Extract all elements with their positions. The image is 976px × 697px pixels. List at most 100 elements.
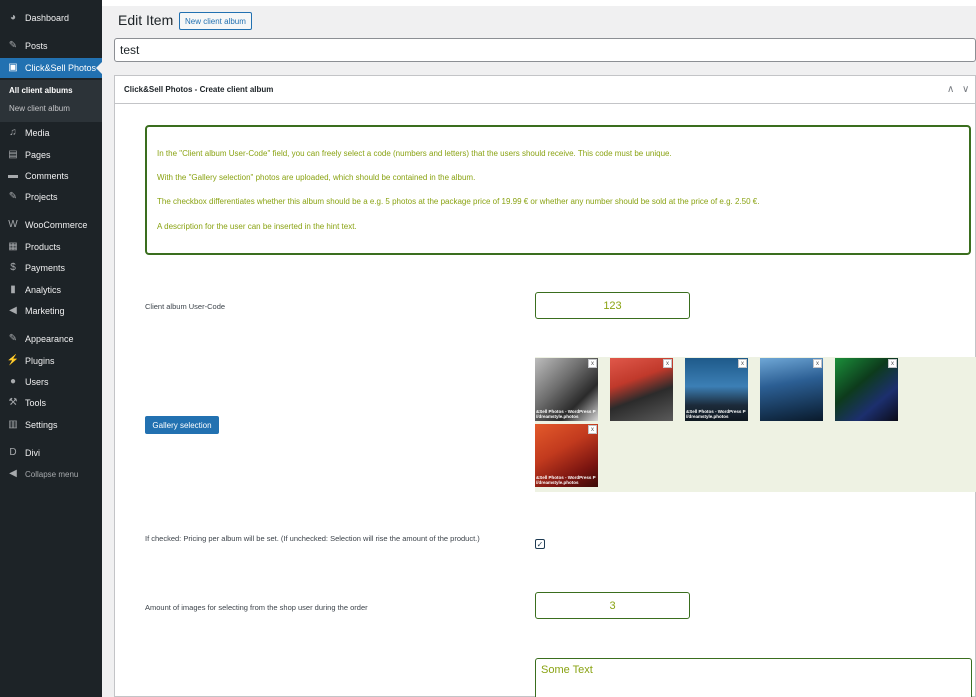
move-up-icon[interactable]: ∧ xyxy=(947,84,954,95)
remove-icon[interactable]: x xyxy=(888,359,897,368)
sidebar-item-dashboard[interactable]: ◕ Dashboard xyxy=(0,8,102,28)
payments-icon: $ xyxy=(10,262,16,273)
sidebar-item-plugins[interactable]: ⚡ Plugins xyxy=(0,351,102,371)
collapse-icon: ◀ xyxy=(9,468,17,479)
sidebar-item-projects[interactable]: ✎ Projects xyxy=(0,187,102,207)
top-strip xyxy=(102,0,976,6)
sidebar-item-analytics[interactable]: ▮ Analytics xyxy=(0,280,102,300)
sidebar-item-payments[interactable]: $ Payments xyxy=(0,258,102,278)
submenu-item-new-client-album[interactable]: New client album xyxy=(9,104,70,113)
title-input[interactable]: test xyxy=(114,38,976,62)
move-down-icon[interactable]: ∨ xyxy=(962,84,969,95)
gallery-thumbnail[interactable]: x &Sell Photos - WordPress P//dreamstyle… xyxy=(535,358,598,421)
sidebar-item-label: Pages xyxy=(25,150,51,160)
sidebar-item-divi[interactable]: D Divi xyxy=(0,443,102,463)
metabox-title: Click&Sell Photos - Create client album xyxy=(124,85,274,94)
sidebar-item-label: Appearance xyxy=(25,334,74,344)
sidebar-item-label: Marketing xyxy=(25,306,65,316)
info-line: With the "Gallery selection" photos are … xyxy=(157,173,476,182)
new-client-album-button[interactable]: New client album xyxy=(179,12,252,30)
create-client-album-metabox: Click&Sell Photos - Create client album … xyxy=(114,75,976,697)
analytics-icon: ▮ xyxy=(10,284,16,295)
dashboard-icon: ◕ xyxy=(9,12,17,23)
remove-icon[interactable]: x xyxy=(588,425,597,434)
metabox-header: Click&Sell Photos - Create client album … xyxy=(115,76,975,104)
gallery-thumbnail[interactable]: x &Sell Photos - WordPress P//dreamstyle… xyxy=(685,358,748,421)
sidebar-item-label: WooCommerce xyxy=(25,220,88,230)
sidebar-item-tools[interactable]: ⚒ Tools xyxy=(0,393,102,413)
sidebar-item-label: Collapse menu xyxy=(25,469,79,479)
users-icon: ● xyxy=(9,376,17,387)
sidebar-item-pages[interactable]: ▤ Pages xyxy=(0,145,102,165)
thumbnail-caption: &Sell Photos - WordPress P//dreamstyle.p… xyxy=(536,475,596,485)
user-code-label: Client album User-Code xyxy=(145,302,226,311)
plugin-icon: ⚡ xyxy=(6,355,20,366)
sidebar-item-label: Plugins xyxy=(25,356,55,366)
gallery-thumbnail[interactable]: x xyxy=(760,358,823,421)
amount-label: Amount of images for selecting from the … xyxy=(145,603,368,612)
sidebar-item-label: Products xyxy=(25,242,61,252)
sidebar-item-label: Click&Sell Photos xyxy=(25,63,97,73)
info-line: A description for the user can be insert… xyxy=(157,222,357,231)
checkmark-icon: ✓ xyxy=(536,539,544,549)
pin-icon: ✎ xyxy=(8,191,18,202)
sidebar-item-click-sell-photos[interactable]: ▣ Click&Sell Photos xyxy=(0,58,102,78)
pricing-checkbox[interactable]: ✓ xyxy=(535,539,545,549)
submenu: All client albums New client album xyxy=(0,80,102,122)
gallery-thumbnail[interactable]: x xyxy=(835,358,898,421)
pages-icon: ▤ xyxy=(8,149,18,160)
settings-icon: ▥ xyxy=(8,419,18,430)
remove-icon[interactable]: x xyxy=(663,359,672,368)
sidebar-item-label: Posts xyxy=(25,41,48,51)
sidebar-item-label: Projects xyxy=(25,192,58,202)
amount-input[interactable]: 3 xyxy=(535,592,690,619)
sidebar-item-label: Media xyxy=(25,128,50,138)
sidebar-item-marketing[interactable]: ◀ Marketing xyxy=(0,301,102,321)
thumbnail-caption: &Sell Photos - WordPress P//dreamstyle.p… xyxy=(686,409,746,419)
thumbnail-caption: &Sell Photos - WordPress P//dreamstyle.p… xyxy=(536,409,596,419)
sidebar-item-label: Divi xyxy=(25,448,40,458)
sidebar-item-label: Tools xyxy=(25,398,47,408)
comments-icon: ▬ xyxy=(8,170,18,181)
page-title: Edit Item xyxy=(118,12,174,28)
info-line: In the "Client album User-Code" field, y… xyxy=(157,149,672,158)
woo-icon: W xyxy=(8,219,18,230)
sidebar-item-comments[interactable]: ▬ Comments xyxy=(0,166,102,186)
gallery-thumbnail[interactable]: x &Sell Photos - WordPress P//dreamstyle… xyxy=(535,424,598,487)
megaphone-icon: ◀ xyxy=(9,305,17,316)
wrench-icon: ⚒ xyxy=(8,397,18,408)
sidebar-item-media[interactable]: ♫ Media xyxy=(0,123,102,143)
sidebar-item-label: Analytics xyxy=(25,285,62,295)
sidebar-item-appearance[interactable]: ✎ Appearance xyxy=(0,329,102,349)
sidebar-item-label: Payments xyxy=(25,263,66,273)
gallery-thumbnail[interactable]: x xyxy=(610,358,673,421)
pin-icon: ✎ xyxy=(8,40,18,51)
submenu-item-all-client-albums[interactable]: All client albums xyxy=(9,86,73,95)
camera-icon: ▣ xyxy=(8,62,18,73)
sidebar-item-label: Settings xyxy=(25,420,58,430)
remove-icon[interactable]: x xyxy=(588,359,597,368)
sidebar-item-users[interactable]: ● Users xyxy=(0,372,102,392)
admin-sidebar: All client albums New client album ◕ Dash… xyxy=(0,0,102,697)
remove-icon[interactable]: x xyxy=(813,359,822,368)
sidebar-item-posts[interactable]: ✎ Posts xyxy=(0,36,102,56)
brush-icon: ✎ xyxy=(8,333,18,344)
info-box: In the "Client album User-Code" field, y… xyxy=(145,125,971,255)
remove-icon[interactable]: x xyxy=(738,359,747,368)
sidebar-item-label: Comments xyxy=(25,171,69,181)
sidebar-item-label: Users xyxy=(25,377,49,387)
sidebar-item-settings[interactable]: ▥ Settings xyxy=(0,415,102,435)
divi-icon: D xyxy=(9,447,17,458)
info-line: The checkbox differentiates whether this… xyxy=(157,197,760,206)
sidebar-item-woocommerce[interactable]: W WooCommerce xyxy=(0,215,102,235)
sidebar-item-collapse-menu[interactable]: ◀ Collapse menu xyxy=(0,464,102,484)
sidebar-item-label: Dashboard xyxy=(25,13,70,23)
pricing-label: If checked: Pricing per album will be se… xyxy=(145,534,480,543)
media-icon: ♫ xyxy=(9,127,17,138)
hint-textarea[interactable]: Some Text xyxy=(535,658,972,697)
user-code-input[interactable]: 123 xyxy=(535,292,690,319)
gallery-selection-button[interactable]: Gallery selection xyxy=(145,416,219,434)
products-icon: ▦ xyxy=(8,241,18,252)
sidebar-item-products[interactable]: ▦ Products xyxy=(0,237,102,257)
gallery-area: x &Sell Photos - WordPress P//dreamstyle… xyxy=(535,357,976,492)
